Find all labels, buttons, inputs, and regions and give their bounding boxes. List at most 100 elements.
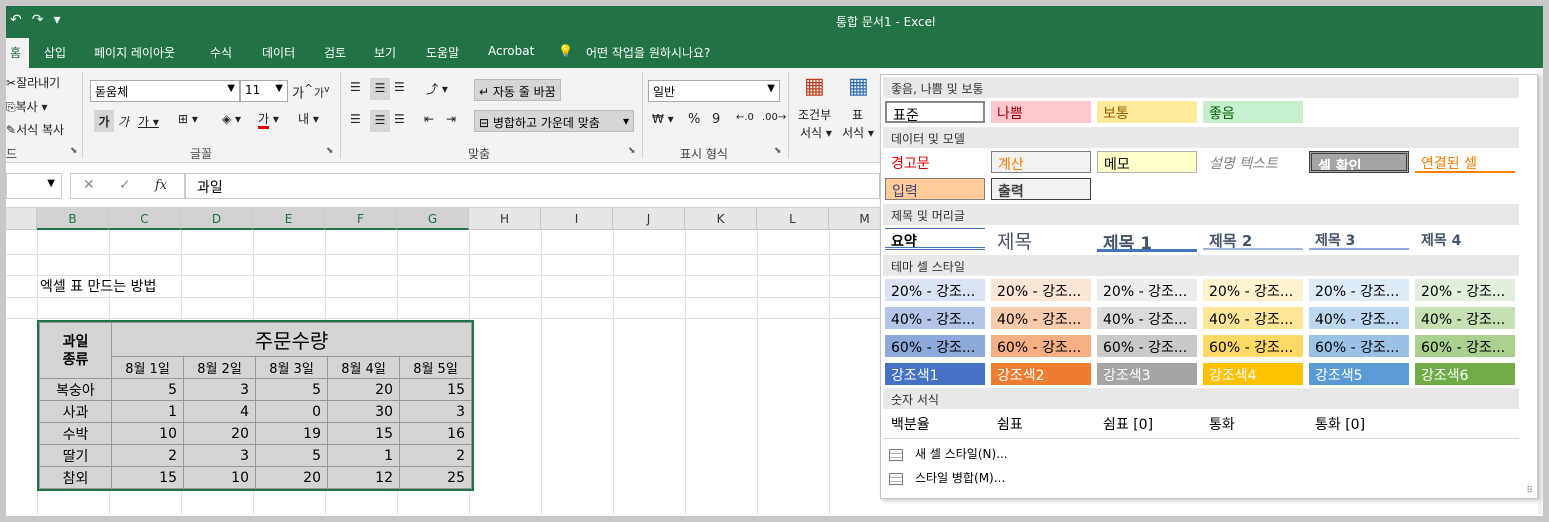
- format-painter-button[interactable]: ✎서식 복사: [6, 121, 64, 138]
- style-linked-cell[interactable]: 연결된 셀: [1415, 151, 1515, 173]
- style-60-accent2[interactable]: 60% - 강조...: [991, 335, 1091, 357]
- shrink-font-button[interactable]: 가v: [314, 84, 330, 101]
- undo-icon[interactable]: ↶: [10, 12, 22, 28]
- formula-input[interactable]: 과일: [184, 173, 880, 199]
- style-40-accent4[interactable]: 40% - 강조...: [1203, 307, 1303, 329]
- format-as-table-button-line2[interactable]: 서식 ▾: [842, 124, 874, 141]
- merge-center-button[interactable]: ⊟ 병합하고 가운데 맞춤 ▾: [474, 110, 634, 132]
- quantity-cell[interactable]: 2: [111, 444, 184, 467]
- date-header[interactable]: 8월 4일: [327, 356, 400, 379]
- new-cell-style-menu-item[interactable]: 새 셀 스타일(N)...: [889, 445, 1008, 462]
- quantity-cell[interactable]: 1: [111, 400, 184, 423]
- style-neutral[interactable]: 보통: [1097, 101, 1197, 123]
- quantity-cell[interactable]: 15: [111, 466, 184, 489]
- style-output[interactable]: 출력: [991, 178, 1091, 200]
- italic-button[interactable]: 가: [118, 113, 129, 130]
- tell-me-search[interactable]: 어떤 작업을 원하시나요?: [586, 44, 710, 61]
- style-20-accent6[interactable]: 20% - 강조...: [1415, 279, 1515, 301]
- column-header[interactable]: F: [325, 208, 397, 230]
- style-warning-text[interactable]: 경고문: [885, 151, 985, 173]
- style-accent1[interactable]: 강조색1: [885, 363, 985, 385]
- quantity-cell[interactable]: 15: [327, 422, 400, 445]
- style-heading-2[interactable]: 제목 2: [1203, 228, 1303, 250]
- table-corner-header[interactable]: 과일 종류: [39, 322, 112, 379]
- style-60-accent6[interactable]: 60% - 강조...: [1415, 335, 1515, 357]
- column-header[interactable]: J: [613, 208, 685, 230]
- style-total[interactable]: 요약: [885, 228, 985, 250]
- merge-styles-menu-item[interactable]: 스타일 병합(M)...: [889, 469, 1005, 486]
- style-accent4[interactable]: 강조색4: [1203, 363, 1303, 385]
- font-launcher-icon[interactable]: ⬊: [326, 146, 334, 156]
- column-header[interactable]: K: [685, 208, 757, 230]
- style-percent[interactable]: 백분율: [885, 412, 985, 434]
- style-explanatory[interactable]: 설명 텍스트: [1203, 151, 1303, 173]
- column-header[interactable]: M: [829, 208, 880, 230]
- align-right-icon[interactable]: ☰: [394, 112, 405, 126]
- fruit-name-cell[interactable]: 사과: [39, 400, 112, 423]
- column-header[interactable]: D: [181, 208, 253, 230]
- enter-icon[interactable]: ✓: [119, 177, 131, 193]
- quantity-cell[interactable]: 3: [399, 400, 472, 423]
- quantity-cell[interactable]: 0: [255, 400, 328, 423]
- decrease-decimal-icon[interactable]: .00→: [762, 112, 786, 123]
- quantity-cell[interactable]: 25: [399, 466, 472, 489]
- style-heading-1[interactable]: 제목 1: [1097, 227, 1197, 252]
- orientation-icon[interactable]: ⤴ ▾: [426, 80, 448, 97]
- comma-button[interactable]: 9: [712, 112, 720, 127]
- quantity-cell[interactable]: 5: [255, 378, 328, 401]
- style-comma-0[interactable]: 쉼표 [0]: [1097, 412, 1197, 434]
- style-40-accent2[interactable]: 40% - 강조...: [991, 307, 1091, 329]
- quantity-cell[interactable]: 20: [255, 466, 328, 489]
- column-header[interactable]: E: [253, 208, 325, 230]
- style-accent6[interactable]: 강조색6: [1415, 363, 1515, 385]
- style-good[interactable]: 좋음: [1203, 101, 1303, 123]
- tab-view[interactable]: 보기: [374, 44, 396, 61]
- currency-icon[interactable]: ₩ ▾: [652, 112, 674, 126]
- style-currency[interactable]: 통화: [1203, 412, 1303, 434]
- quantity-cell[interactable]: 10: [111, 422, 184, 445]
- bold-button[interactable]: 가: [94, 110, 114, 132]
- style-note[interactable]: 메모: [1097, 151, 1197, 173]
- style-normal[interactable]: 표준: [885, 101, 985, 123]
- style-20-accent3[interactable]: 20% - 강조...: [1097, 279, 1197, 301]
- date-header[interactable]: 8월 2일: [183, 356, 256, 379]
- align-bottom-icon[interactable]: ☰: [394, 80, 405, 94]
- style-20-accent1[interactable]: 20% - 강조...: [885, 279, 985, 301]
- number-launcher-icon[interactable]: ⬊: [774, 146, 782, 156]
- conditional-formatting-icon[interactable]: ▦: [804, 74, 825, 99]
- style-input[interactable]: 입력: [885, 178, 985, 200]
- style-60-accent3[interactable]: 60% - 강조...: [1097, 335, 1197, 357]
- tab-insert[interactable]: 삽입: [44, 44, 66, 61]
- date-header[interactable]: 8월 5일: [399, 356, 472, 379]
- font-size-select[interactable]: 11 ▼: [240, 80, 288, 102]
- underline-button[interactable]: 가 ▾: [138, 113, 159, 130]
- style-40-accent6[interactable]: 40% - 강조...: [1415, 307, 1515, 329]
- align-middle-icon[interactable]: ☰: [370, 78, 390, 100]
- cut-button[interactable]: ✂잘라내기: [6, 74, 60, 91]
- tab-help[interactable]: 도움말: [426, 44, 459, 61]
- decrease-indent-icon[interactable]: ⇤: [424, 112, 434, 126]
- style-40-accent3[interactable]: 40% - 강조...: [1097, 307, 1197, 329]
- redo-icon[interactable]: ↷: [32, 12, 44, 28]
- style-accent5[interactable]: 강조색5: [1309, 363, 1409, 385]
- quantity-cell[interactable]: 5: [111, 378, 184, 401]
- wrap-text-button[interactable]: ↵ 자동 줄 바꿈: [474, 79, 561, 101]
- quantity-cell[interactable]: 1: [327, 444, 400, 467]
- quantity-cell[interactable]: 3: [183, 444, 256, 467]
- tab-data[interactable]: 데이터: [262, 44, 295, 61]
- column-header[interactable]: C: [109, 208, 181, 230]
- increase-decimal-icon[interactable]: ←.0: [736, 112, 754, 123]
- column-header[interactable]: G: [397, 208, 469, 230]
- style-60-accent1[interactable]: 60% - 강조...: [885, 335, 985, 357]
- grow-font-button[interactable]: 가^: [292, 82, 313, 101]
- tab-acrobat[interactable]: Acrobat: [488, 44, 534, 58]
- style-comma[interactable]: 쉼표: [991, 412, 1091, 434]
- style-60-accent4[interactable]: 60% - 강조...: [1203, 335, 1303, 357]
- style-check-cell[interactable]: 셀 확인: [1309, 151, 1409, 173]
- insert-function-button[interactable]: fx: [155, 178, 167, 193]
- resize-grip-icon[interactable]: ⠿: [1526, 486, 1533, 496]
- align-top-icon[interactable]: ☰: [350, 80, 361, 94]
- style-heading-3[interactable]: 제목 3: [1309, 228, 1409, 250]
- worksheet-grid[interactable]: B C D E F G H I J K L M 엑셀 표 만드는 방법 과일 종류…: [6, 208, 880, 514]
- quantity-cell[interactable]: 5: [255, 444, 328, 467]
